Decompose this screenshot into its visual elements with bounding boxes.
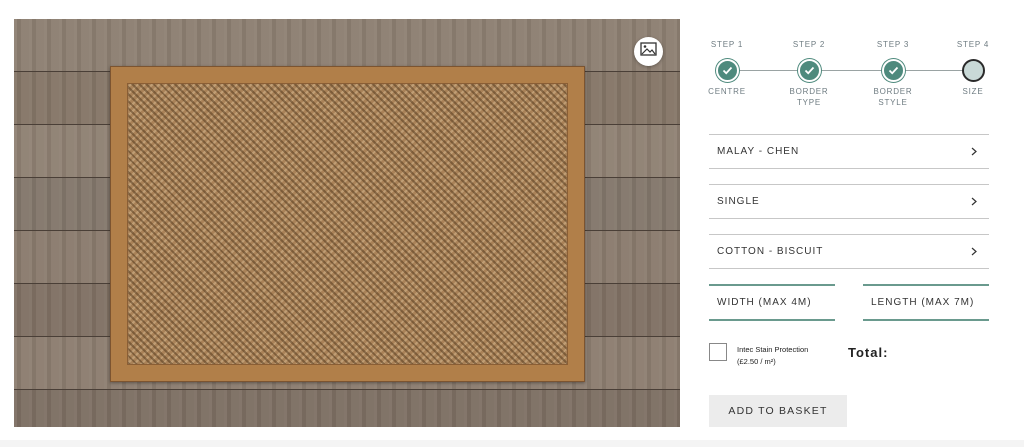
selector-value: COTTON - BISCUIT <box>717 246 824 257</box>
step-name: BORDER STYLE <box>873 87 913 107</box>
chevron-right-icon <box>971 247 981 257</box>
check-icon <box>722 62 733 80</box>
step-complete-indicator <box>797 59 821 82</box>
rug-image <box>110 66 585 382</box>
chevron-right-icon <box>971 197 981 207</box>
step-number: STEP 1 <box>710 40 744 49</box>
step-current-indicator <box>961 59 985 82</box>
stepper-line <box>725 70 975 71</box>
rug-centre-weave <box>127 83 568 365</box>
add-to-basket-button[interactable]: ADD TO BASKET <box>709 395 847 427</box>
stain-protection-price: (£2.50 / m²) <box>737 357 776 366</box>
selector-value: SINGLE <box>717 196 760 207</box>
chevron-right-icon <box>971 147 981 157</box>
image-view-button[interactable] <box>634 37 663 66</box>
stain-protection-label: Intec Stain Protection (£2.50 / m²) <box>737 344 808 368</box>
border-style-selector[interactable]: COTTON - BISCUIT <box>709 234 989 269</box>
centre-selector[interactable]: MALAY - CHEN <box>709 134 989 169</box>
floor-plank <box>14 390 680 427</box>
step-name: CENTRE <box>708 87 746 96</box>
total-label: Total: <box>848 345 889 360</box>
width-input[interactable] <box>717 297 835 308</box>
check-icon <box>804 62 815 80</box>
step-number: STEP 2 <box>792 40 826 49</box>
step-border-style[interactable]: STEP 3 BORDER STYLE <box>871 40 915 108</box>
check-icon <box>888 62 899 80</box>
progress-stepper: STEP 1 CENTRE STEP 2 BORDER TYPE STEP 3 … <box>705 40 995 115</box>
step-number: STEP 3 <box>876 40 910 49</box>
page-bottom-strip <box>0 440 1024 447</box>
length-field[interactable] <box>863 284 989 321</box>
floor-plank <box>14 19 680 72</box>
stain-protection-checkbox[interactable] <box>709 343 727 361</box>
step-number: STEP 4 <box>956 40 990 49</box>
rug-preview <box>14 19 680 427</box>
image-icon <box>640 42 657 61</box>
step-size[interactable]: STEP 4 SIZE <box>951 40 995 97</box>
step-centre[interactable]: STEP 1 CENTRE <box>705 40 749 97</box>
width-field[interactable] <box>709 284 835 321</box>
step-complete-indicator <box>881 59 905 82</box>
length-input[interactable] <box>871 297 989 308</box>
step-border-type[interactable]: STEP 2 BORDER TYPE <box>787 40 831 108</box>
border-type-selector[interactable]: SINGLE <box>709 184 989 219</box>
stain-protection-title: Intec Stain Protection <box>737 345 809 354</box>
step-complete-indicator <box>715 59 739 82</box>
selector-value: MALAY - CHEN <box>717 146 800 157</box>
step-name: BORDER TYPE <box>789 87 829 107</box>
step-name: SIZE <box>962 87 984 96</box>
